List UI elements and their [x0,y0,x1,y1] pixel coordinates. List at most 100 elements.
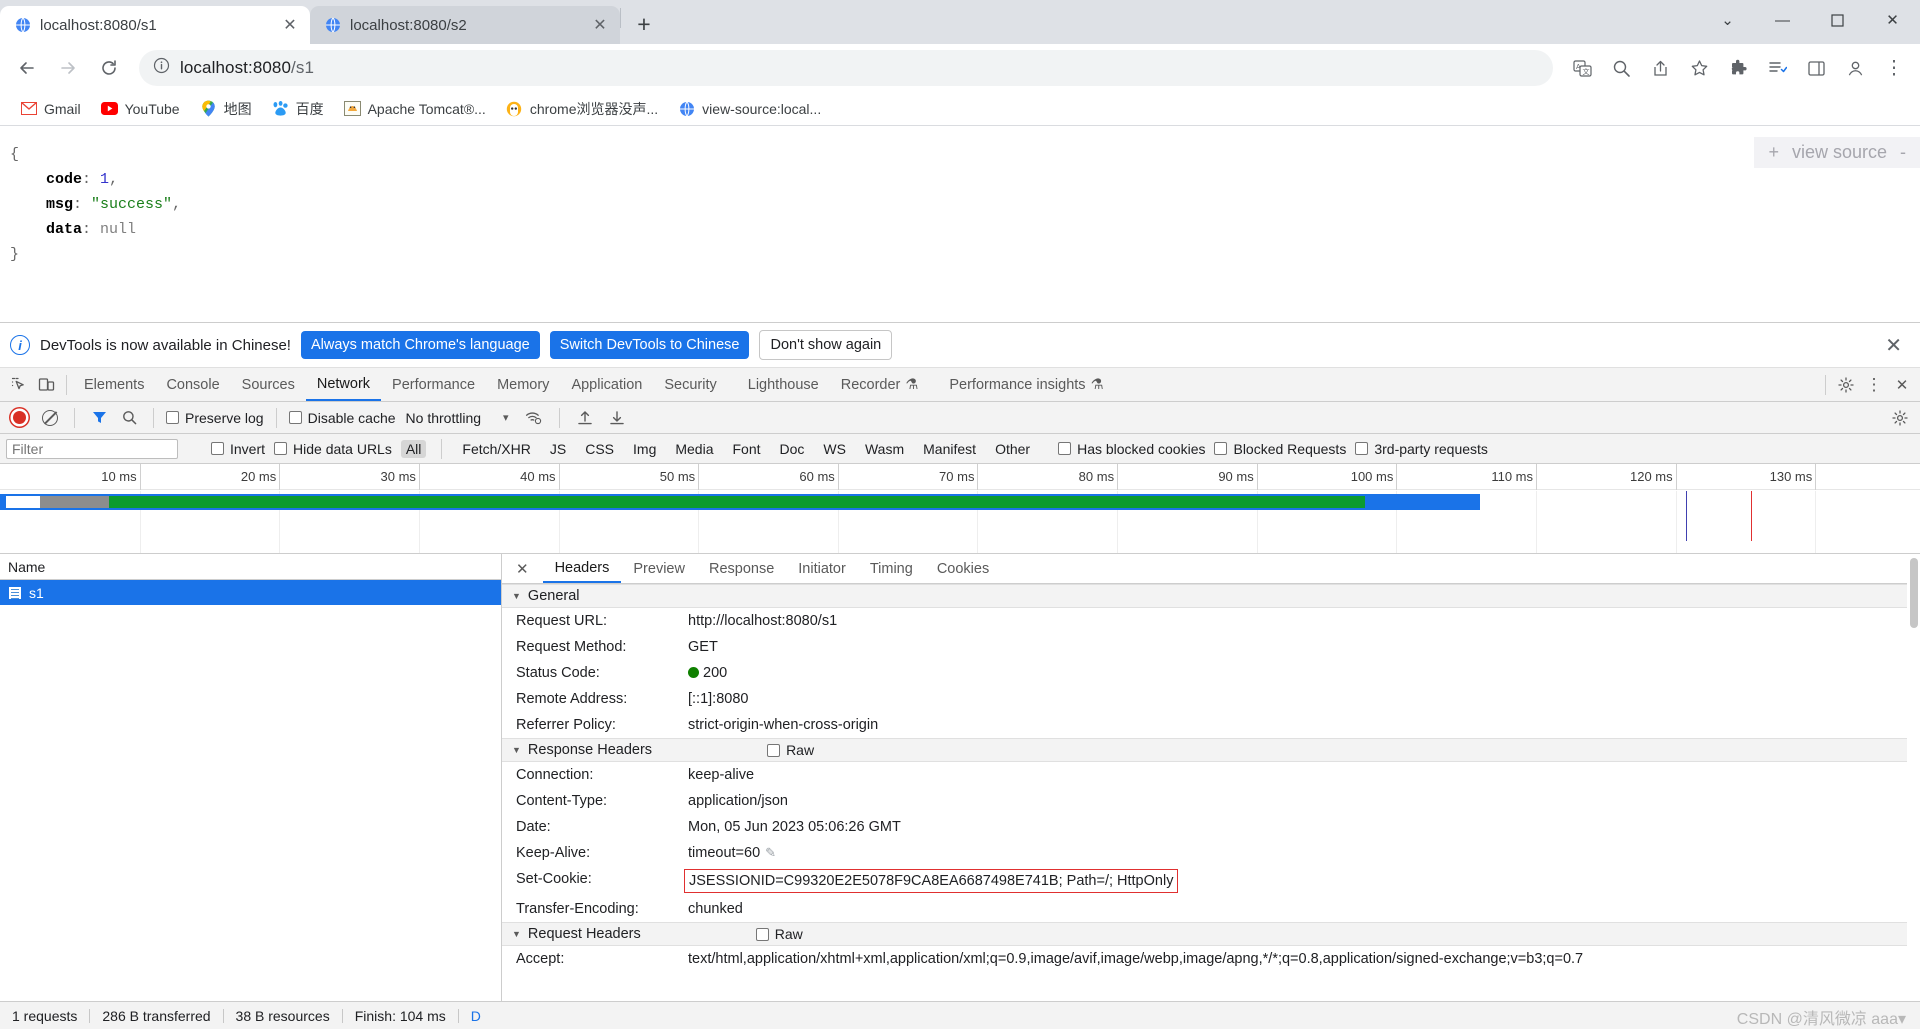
extensions-icon[interactable] [1720,50,1756,86]
browser-tab-1[interactable]: localhost:8080/s1 ✕ [0,6,310,44]
devtools-tab-security[interactable]: Security [653,368,727,401]
network-conditions-icon[interactable] [521,410,547,425]
devtools-settings-gear-icon[interactable] [1832,371,1860,399]
filter-type-media[interactable]: Media [670,440,718,458]
checkbox-box[interactable] [767,743,781,757]
import-har-icon[interactable] [572,410,598,426]
table-row[interactable]: s1 [0,580,501,605]
chevron-down-icon[interactable]: ▾ [503,411,509,424]
devtools-tab-application[interactable]: Application [560,368,653,401]
has-blocked-cookies-checkbox[interactable]: Has blocked cookies [1058,441,1205,457]
filter-type-manifest[interactable]: Manifest [918,440,981,458]
share-icon[interactable] [1642,50,1678,86]
disable-cache-checkbox[interactable]: Disable cache [288,410,396,426]
section-header-general[interactable]: ▼ General [502,584,1920,608]
export-har-icon[interactable] [604,410,630,426]
bookmark-star-icon[interactable] [1681,50,1717,86]
new-tab-button[interactable]: + [627,7,661,41]
devtools-tab-memory[interactable]: Memory [486,368,560,401]
bookmark-baidu[interactable]: 百度 [264,96,332,122]
switch-to-chinese-button[interactable]: Switch DevTools to Chinese [549,331,750,359]
always-match-language-button[interactable]: Always match Chrome's language [300,331,540,359]
filter-type-fetch-xhr[interactable]: Fetch/XHR [457,440,535,458]
filter-type-wasm[interactable]: Wasm [860,440,909,458]
chevron-down-icon[interactable]: ▼ [512,591,521,601]
devtools-more-options-icon[interactable]: ⋮ [1860,371,1888,399]
bookmark-youtube[interactable]: YouTube [93,97,188,120]
side-panel-icon[interactable] [1798,50,1834,86]
checkbox-box[interactable] [755,927,769,941]
forward-icon[interactable] [49,49,87,87]
checkbox-box[interactable] [211,442,224,455]
filter-type-css[interactable]: CSS [580,440,619,458]
checkbox-box[interactable] [274,442,288,455]
address-bar[interactable]: localhost:8080/s1 [139,50,1553,86]
filter-type-img[interactable]: Img [628,440,661,458]
detail-tab-initiator[interactable]: Initiator [786,554,858,583]
devtools-tab-performance-insights[interactable]: Performance insights ⚗ [929,368,1114,401]
devtools-tab-network[interactable]: Network [305,368,382,401]
view-source-plus[interactable]: + [1768,142,1779,163]
network-overview-timeline[interactable]: 10 ms 20 ms 30 ms 40 ms 50 ms 60 ms 70 ms 80 ms… [0,464,1920,554]
zoom-icon[interactable] [1603,50,1639,86]
detail-tab-headers[interactable]: Headers [542,554,622,583]
checkbox-box[interactable] [166,411,179,424]
filter-type-font[interactable]: Font [728,440,766,458]
bookmark-tomcat[interactable]: Apache Tomcat®... [336,97,494,120]
invert-checkbox[interactable]: Invert [211,441,265,457]
raw-toggle-checkbox[interactable]: Raw [755,926,803,942]
filter-type-all[interactable]: All [400,439,427,458]
tab-search-chevron-down-icon[interactable]: ⌄ [1700,0,1755,40]
checkbox-box[interactable] [1058,442,1072,455]
inspect-element-icon[interactable] [4,371,32,399]
chrome-menu-button[interactable]: ⋮ [1876,50,1912,86]
record-network-log-button[interactable] [6,411,32,424]
bookmark-maps[interactable]: 地图 [192,96,260,122]
view-source-toggle[interactable]: + view source - [1754,137,1920,168]
detail-scrollbar[interactable] [1907,554,1920,1001]
detail-tab-response[interactable]: Response [697,554,786,583]
request-list-header[interactable]: Name [0,554,501,580]
chevron-down-icon[interactable]: ▼ [512,929,521,939]
close-window-button[interactable]: ✕ [1865,0,1920,40]
network-settings-gear-icon[interactable] [1886,409,1914,426]
throttling-select[interactable]: No throttling ▾ [406,410,509,426]
detail-close-icon[interactable]: ✕ [510,554,543,583]
checkbox-box[interactable] [1214,442,1228,455]
filter-type-doc[interactable]: Doc [775,440,810,458]
detail-tab-cookies[interactable]: Cookies [925,554,1001,583]
translate-icon[interactable]: A文 [1564,50,1600,86]
view-source-label[interactable]: view source [1792,142,1887,163]
browser-tab-2-close-icon[interactable]: ✕ [590,15,610,35]
banner-close-icon[interactable]: ✕ [1885,333,1910,358]
back-icon[interactable] [8,49,46,87]
devtools-tab-recorder[interactable]: Recorder ⚗ [830,368,930,401]
profile-avatar[interactable] [1837,50,1873,86]
third-party-requests-checkbox[interactable]: 3rd-party requests [1355,441,1488,457]
section-header-response-headers[interactable]: ▼ Response Headers Raw [502,738,1920,762]
devtools-close-icon[interactable]: ✕ [1888,371,1916,399]
dont-show-again-button[interactable]: Don't show again [759,330,893,360]
filter-type-other[interactable]: Other [990,440,1035,458]
filter-type-js[interactable]: JS [545,440,571,458]
bookmark-view-source[interactable]: view-source:local... [670,97,829,120]
minimize-button[interactable]: — [1755,0,1810,40]
reading-list-icon[interactable] [1759,50,1795,86]
detail-tab-preview[interactable]: Preview [621,554,697,583]
filter-type-ws[interactable]: WS [818,440,851,458]
search-icon[interactable] [117,410,141,425]
bookmark-gmail[interactable]: Gmail [12,97,89,120]
blocked-requests-checkbox[interactable]: Blocked Requests [1214,441,1346,457]
site-info-icon[interactable] [153,57,170,79]
devtools-tab-sources[interactable]: Sources [231,368,306,401]
chevron-down-icon[interactable]: ▼ [512,745,521,755]
detail-tab-timing[interactable]: Timing [858,554,925,583]
device-toolbar-icon[interactable] [32,371,60,399]
browser-tab-1-close-icon[interactable]: ✕ [280,15,300,35]
filter-input[interactable] [6,438,178,459]
preserve-log-checkbox[interactable]: Preserve log [166,410,264,426]
bookmark-chrome-ext[interactable]: chrome浏览器没声... [498,96,666,122]
devtools-tab-console[interactable]: Console [155,368,230,401]
devtools-tab-elements[interactable]: Elements [73,368,155,401]
scrollbar-thumb[interactable] [1910,558,1918,628]
